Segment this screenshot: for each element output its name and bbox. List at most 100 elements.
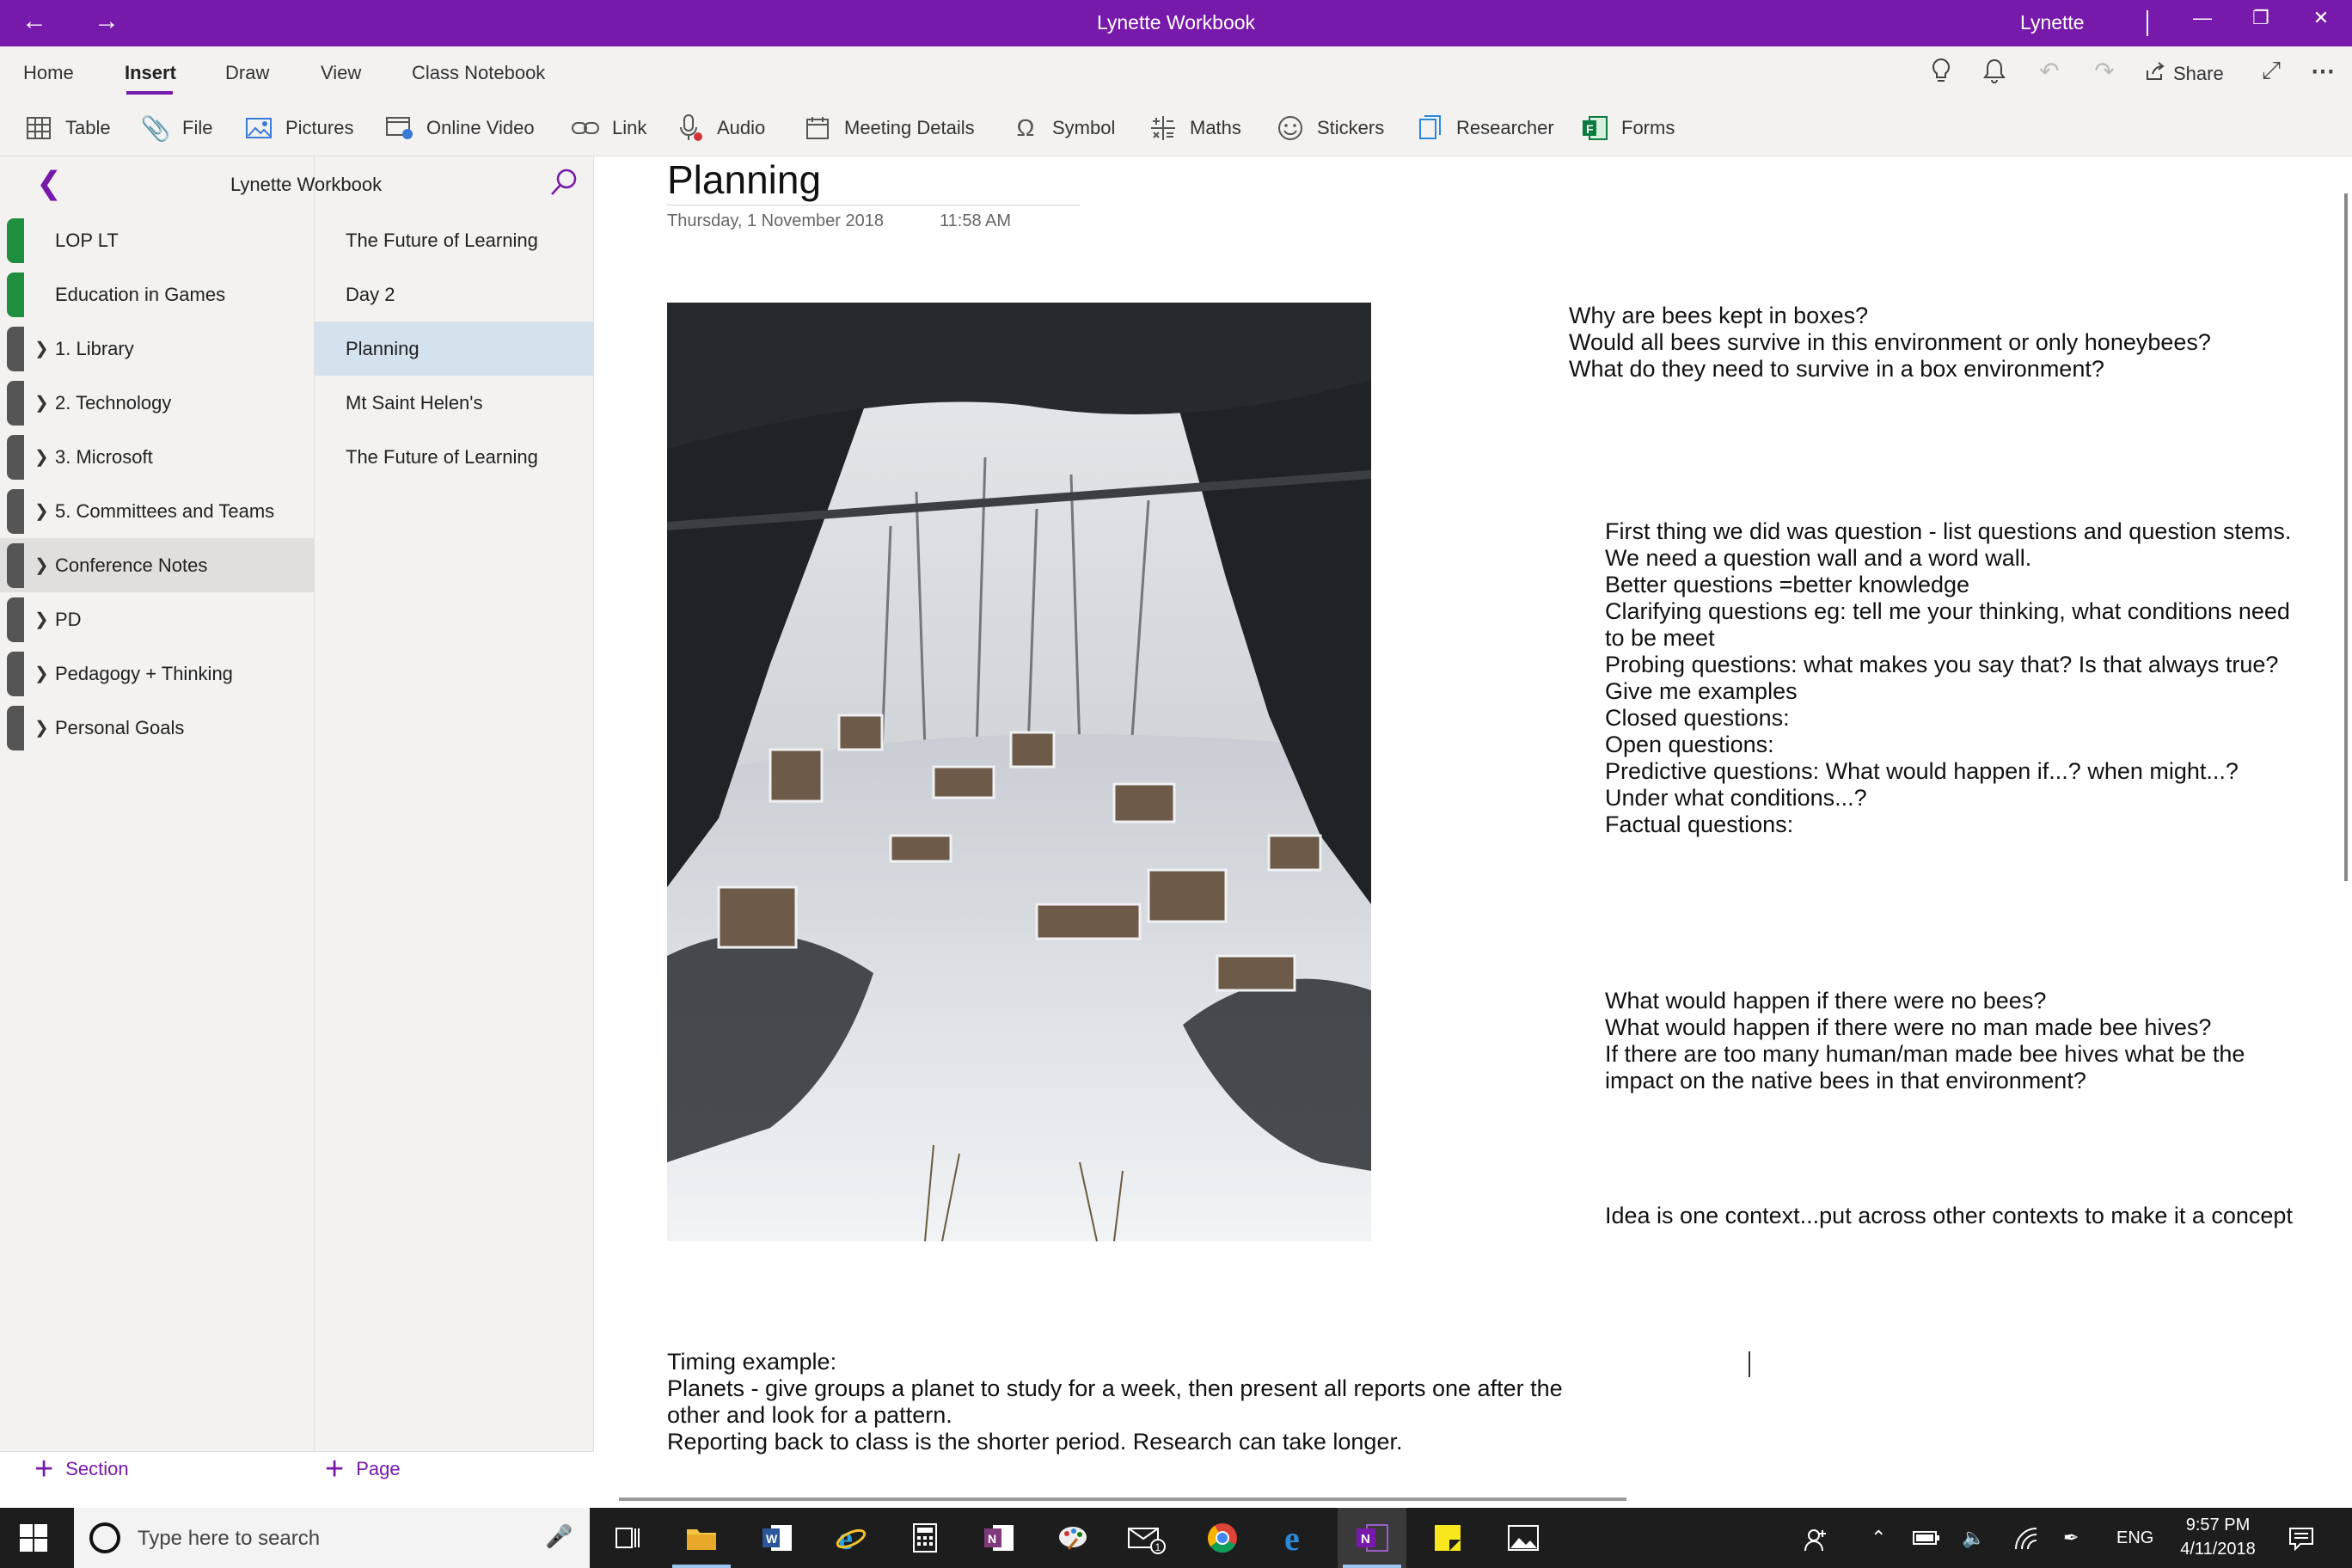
people-icon[interactable] — [1804, 1527, 1829, 1558]
internet-explorer-icon[interactable]: e — [817, 1508, 885, 1568]
section-item[interactable]: ❯ Pedagogy + Thinking — [0, 646, 315, 701]
action-center-icon[interactable] — [2288, 1527, 2314, 1556]
researcher-icon — [1415, 113, 1444, 143]
meeting-details-button[interactable]: Meeting Details — [803, 113, 975, 143]
chevron-right-icon[interactable]: ❯ — [34, 500, 49, 522]
section-item-selected[interactable]: ❯ Conference Notes — [0, 538, 315, 592]
chevron-right-icon[interactable]: ❯ — [34, 554, 49, 576]
page-item[interactable]: The Future of Learning — [315, 430, 594, 484]
tab-home[interactable]: Home — [23, 62, 74, 84]
battery-icon[interactable] — [1912, 1527, 1941, 1553]
chrome-icon[interactable] — [1188, 1508, 1257, 1568]
chevron-right-icon[interactable]: ❯ — [34, 446, 49, 468]
chevron-right-icon[interactable]: ❯ — [34, 717, 49, 738]
notebook-name[interactable]: Lynette Workbook — [230, 174, 382, 196]
stickers-button[interactable]: Stickers — [1276, 113, 1384, 143]
audio-button[interactable]: Audio — [676, 113, 765, 143]
note-bees-questions[interactable]: Why are bees kept in boxes? Would all be… — [1569, 303, 2211, 383]
maths-button[interactable]: Maths — [1148, 113, 1241, 143]
section-item[interactable]: ❯ PD — [0, 592, 315, 646]
onenote-2016-icon[interactable]: N — [965, 1508, 1033, 1568]
note-timing-example[interactable]: Timing example: Planets - give groups a … — [667, 1349, 1563, 1455]
chevron-right-icon[interactable]: ❯ — [34, 609, 49, 630]
section-item[interactable]: ❯ Personal Goals — [0, 701, 315, 755]
note-concept[interactable]: Idea is one context...put across other c… — [1605, 1203, 2293, 1229]
horizontal-scrollbar[interactable] — [619, 1498, 1626, 1501]
task-view-icon[interactable] — [593, 1508, 662, 1568]
cortana-icon — [89, 1522, 120, 1553]
add-page-button[interactable]: + Page — [325, 1453, 401, 1485]
section-item[interactable]: ❯ 1. Library — [0, 322, 315, 376]
more-options-icon[interactable]: ⋯ — [2306, 57, 2340, 85]
section-item[interactable]: ❯ 3. Microsoft — [0, 430, 315, 484]
redo-icon[interactable]: ↷ — [2087, 57, 2122, 85]
add-section-button[interactable]: + Section — [34, 1453, 129, 1485]
symbol-button[interactable]: Ω Symbol — [1011, 113, 1116, 143]
tab-draw[interactable]: Draw — [225, 62, 269, 84]
taskbar-search-box[interactable]: Type here to search 🎤 — [74, 1508, 590, 1568]
notebook-back-icon[interactable]: ❮ — [36, 165, 62, 201]
section-item[interactable]: LOP LT — [0, 213, 315, 267]
tab-view[interactable]: View — [321, 62, 361, 84]
link-button[interactable]: Link — [571, 113, 646, 143]
fullscreen-icon[interactable]: ⤢ — [2254, 57, 2288, 85]
file-explorer-icon[interactable] — [667, 1508, 736, 1568]
pictures-button[interactable]: Pictures — [244, 113, 353, 143]
tab-class-notebook[interactable]: Class Notebook — [412, 62, 545, 84]
researcher-button[interactable]: Researcher — [1415, 113, 1554, 143]
section-item[interactable]: ❯ 2. Technology — [0, 376, 315, 430]
search-icon[interactable] — [548, 167, 579, 205]
forms-button[interactable]: F Forms — [1580, 113, 1675, 143]
page-item[interactable]: The Future of Learning — [315, 213, 594, 267]
section-item[interactable]: Education in Games — [0, 267, 315, 322]
chevron-right-icon[interactable]: ❯ — [34, 338, 49, 359]
taskbar-clock[interactable]: 9:57 PM 4/11/2018 — [2158, 1513, 2278, 1561]
close-icon[interactable]: ✕ — [2304, 7, 2338, 29]
note-questioning[interactable]: First thing we did was question - list q… — [1605, 518, 2291, 838]
svg-text:e: e — [1284, 1522, 1300, 1554]
user-name[interactable]: Lynette — [2020, 11, 2085, 34]
word-icon[interactable]: W — [743, 1508, 812, 1568]
section-label: 5. Committees and Teams — [55, 499, 275, 522]
paint-icon[interactable] — [1038, 1508, 1107, 1568]
svg-text:F: F — [1586, 122, 1594, 136]
lightbulb-icon[interactable] — [1924, 57, 1958, 92]
volume-icon[interactable]: 🔈 — [1962, 1527, 1985, 1549]
vertical-scrollbar[interactable] — [2344, 193, 2348, 881]
paperclip-icon: 📎 — [140, 114, 171, 142]
bell-icon[interactable] — [1977, 57, 2012, 92]
chevron-up-icon[interactable]: ⌃ — [1871, 1527, 1886, 1549]
online-video-button[interactable]: Online Video — [385, 113, 535, 143]
snowy-beehives-photo[interactable] — [667, 303, 1371, 1241]
restore-icon[interactable]: ❐ — [2244, 7, 2278, 29]
note-line: Predictive questions: What would happen … — [1605, 758, 2239, 784]
mail-icon[interactable]: 1 — [1112, 1508, 1181, 1568]
share-button[interactable]: Share — [2144, 60, 2224, 88]
photos-icon[interactable] — [1489, 1508, 1558, 1568]
note-line: impact on the native bees in that enviro… — [1605, 1068, 2086, 1093]
sticky-notes-icon[interactable] — [1413, 1508, 1482, 1568]
page-item[interactable]: Day 2 — [315, 267, 594, 322]
undo-icon[interactable]: ↶ — [2032, 57, 2067, 85]
minimize-icon[interactable]: — — [2185, 7, 2220, 29]
input-language[interactable]: ENG — [2116, 1528, 2153, 1548]
note-line: Under what conditions...? — [1605, 785, 1867, 811]
chevron-right-icon[interactable]: ❯ — [34, 663, 49, 684]
page-item[interactable]: Mt Saint Helen's — [315, 376, 594, 430]
microphone-icon[interactable]: 🎤 — [545, 1523, 573, 1550]
windows-start-icon[interactable] — [19, 1523, 48, 1553]
section-item[interactable]: ❯ 5. Committees and Teams — [0, 484, 315, 538]
table-button[interactable]: Table — [24, 113, 111, 143]
onenote-icon[interactable]: N — [1338, 1508, 1406, 1568]
chevron-right-icon[interactable]: ❯ — [34, 392, 49, 413]
calculator-icon[interactable] — [891, 1508, 959, 1568]
note-what-if[interactable]: What would happen if there were no bees?… — [1605, 988, 2245, 1094]
tab-insert[interactable]: Insert — [125, 62, 176, 84]
mail-badge-count: 1 — [1155, 1541, 1161, 1553]
edge-icon[interactable]: e — [1262, 1508, 1331, 1568]
pen-workspace-icon[interactable]: ✒ — [2063, 1527, 2079, 1549]
page-item-selected[interactable]: Planning — [315, 322, 594, 376]
wifi-icon[interactable] — [2013, 1527, 2039, 1556]
page-title[interactable]: Planning — [667, 156, 821, 203]
file-button[interactable]: 📎 File — [140, 113, 213, 143]
